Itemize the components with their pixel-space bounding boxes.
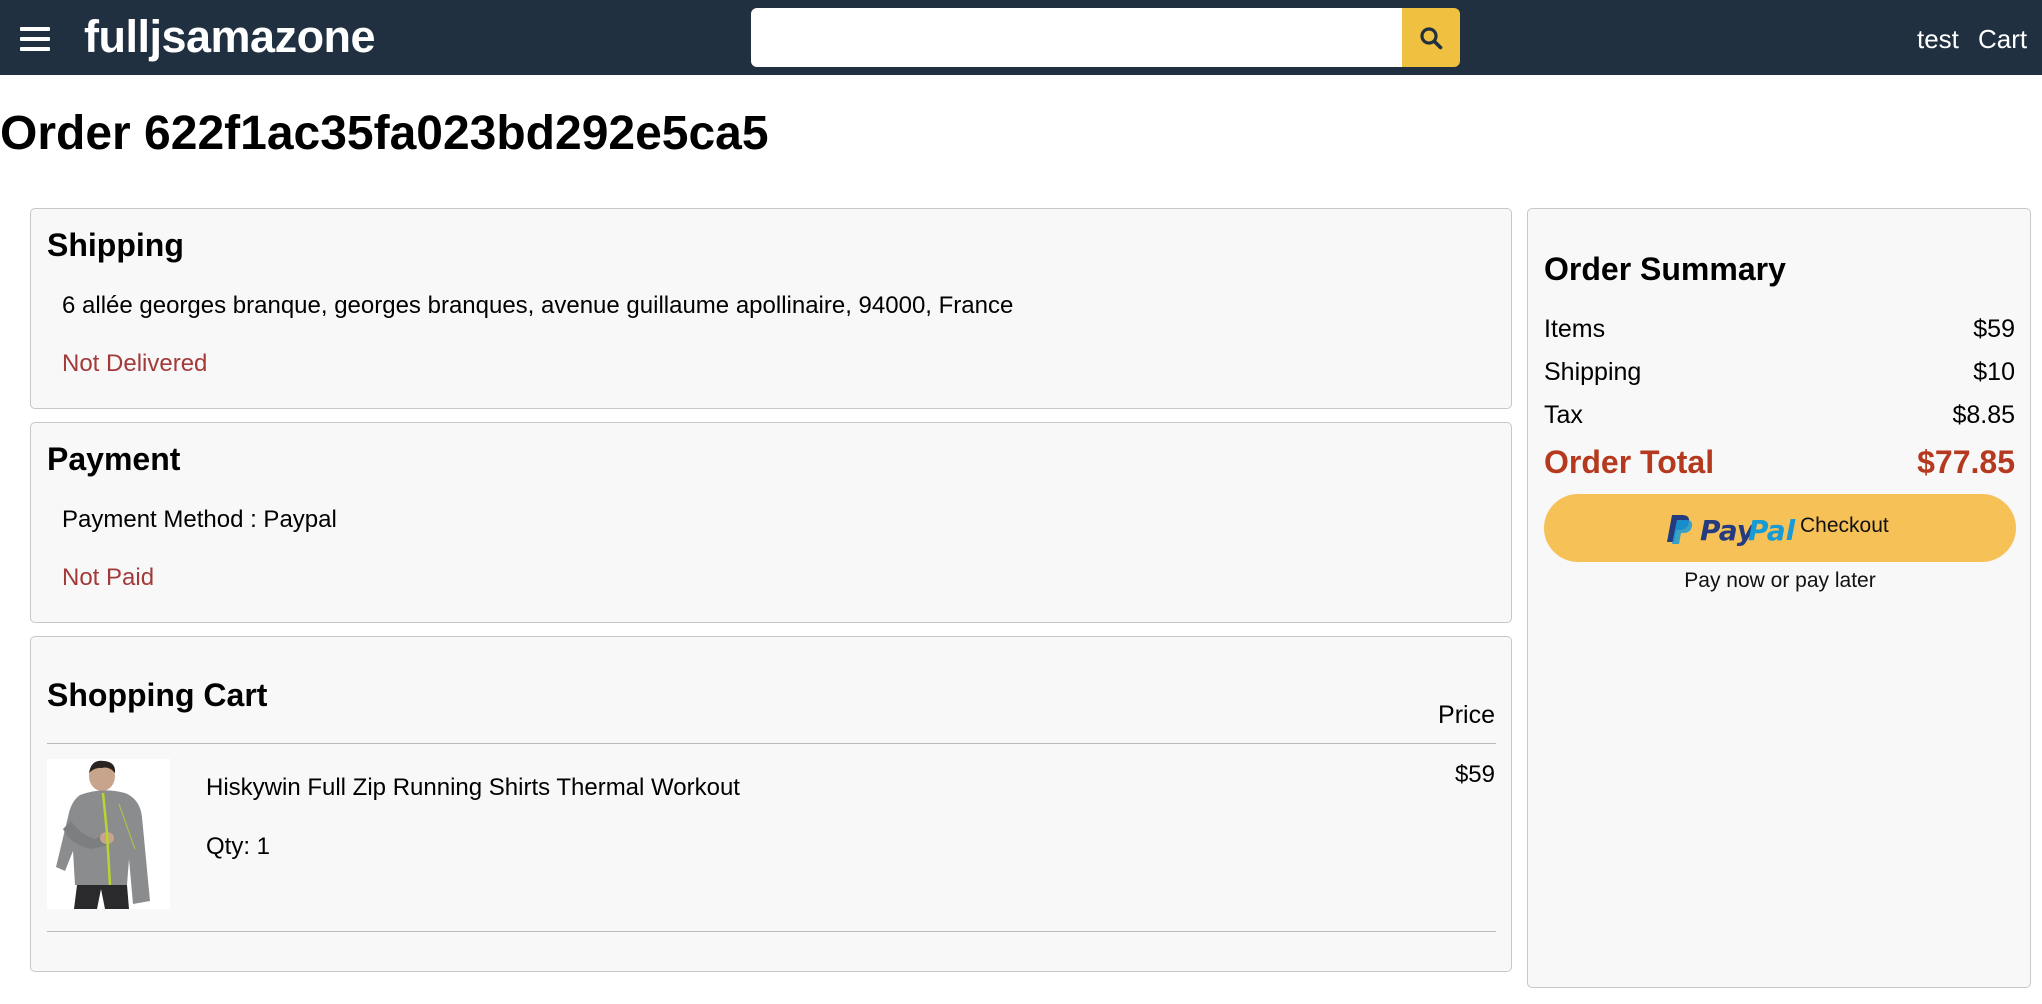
page-title: Order 622f1ac35fa023bd292e5ca5: [0, 107, 769, 160]
summary-shipping-label: Shipping: [1544, 358, 1642, 386]
payment-status-badge: Not Paid: [62, 564, 155, 591]
order-summary-card: Order Summary Items $59 Shipping $10 Tax…: [1527, 208, 2031, 988]
shipping-card: Shipping 6 allée georges branque, george…: [30, 208, 1512, 409]
search-input[interactable]: [751, 8, 1402, 67]
paypal-checkout-button[interactable]: Pay Pal Checkout: [1544, 494, 2016, 562]
paypal-checkout-label: Checkout: [1800, 514, 1889, 537]
payment-heading: Payment: [47, 441, 181, 477]
order-total-label: Order Total: [1544, 444, 1715, 480]
shopping-cart-heading: Shopping Cart: [47, 677, 268, 713]
divider: [47, 931, 1496, 932]
product-name-link[interactable]: Hiskywin Full Zip Running Shirts Thermal…: [206, 774, 740, 802]
payment-method: Payment Method : Paypal: [62, 506, 337, 533]
shipping-address: 6 allée georges branque, georges branque…: [62, 292, 1014, 319]
divider: [47, 743, 1496, 744]
brand-logo-link[interactable]: fulljsamazone: [84, 11, 376, 63]
delivery-status-badge: Not Delivered: [62, 350, 208, 377]
summary-items-label: Items: [1544, 315, 1606, 343]
product-quantity: Qty: 1: [206, 833, 271, 860]
user-menu-link[interactable]: test: [1917, 24, 1959, 55]
product-image[interactable]: [47, 759, 170, 909]
shopping-cart-card: Shopping Cart Price Hiskywin Full Zip Ru…: [30, 636, 1512, 972]
summary-tax-label: Tax: [1544, 401, 1583, 429]
summary-tax-value: $8.85: [1952, 401, 2015, 429]
hamburger-menu-icon[interactable]: [20, 27, 50, 51]
product-price: $59: [1454, 761, 1495, 788]
price-column-header: Price: [1438, 701, 1495, 729]
cart-link[interactable]: Cart: [1978, 24, 2027, 55]
summary-shipping-value: $10: [1973, 358, 2015, 386]
paypal-logo-icon: Pay Pal: [1667, 514, 1796, 547]
paypal-tagline: Pay now or pay later: [1684, 569, 1876, 592]
order-summary-heading: Order Summary: [1544, 251, 1786, 287]
shipping-heading: Shipping: [47, 227, 184, 263]
payment-card: Payment Payment Method : Paypal Not Paid: [30, 422, 1512, 623]
order-total-value: $77.85: [1917, 444, 2015, 480]
top-nav-bar: fulljsamazone test Cart: [0, 0, 2042, 75]
summary-items-value: $59: [1973, 315, 2015, 343]
search-icon: [1420, 27, 1443, 50]
search-button[interactable]: [1402, 8, 1460, 67]
paypal-logo-pal: Pal: [1748, 514, 1796, 547]
